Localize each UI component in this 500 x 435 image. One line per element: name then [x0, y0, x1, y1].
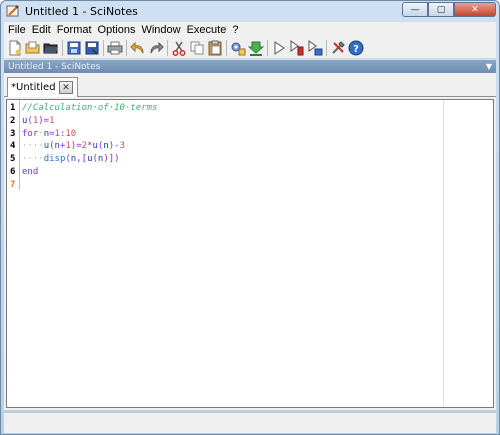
line-number-gutter: 1 2 3 4 5 6 7 [7, 100, 20, 190]
execute-file-icon[interactable] [289, 39, 305, 56]
minimize-button[interactable]: — [402, 2, 428, 17]
line-number: 3 [10, 128, 16, 139]
code-token: ···· [22, 154, 44, 165]
code-line[interactable]: end [22, 167, 38, 177]
line-number: 1 [10, 103, 16, 113]
settings-icon[interactable] [230, 40, 246, 56]
toolbar-separator [167, 39, 168, 56]
save-icon[interactable] [66, 40, 82, 56]
code-token: )= [70, 141, 82, 152]
menu-help[interactable]: ? [232, 24, 238, 36]
scinotes-app-icon [6, 4, 20, 18]
code-token: 3 [119, 141, 126, 152]
line-number: 4 [10, 141, 16, 152]
panel-header: Untitled 1 - SciNotes ▼ [4, 60, 496, 73]
toolbar-separator [62, 39, 63, 56]
paste-icon[interactable] [207, 40, 223, 56]
code-token: end [22, 167, 39, 177]
execute-selection-icon[interactable] [307, 39, 323, 56]
tab-close-icon[interactable]: ✕ [59, 81, 73, 94]
load-execute-icon[interactable] [248, 40, 264, 56]
toolbar-separator [103, 39, 104, 56]
copy-icon[interactable] [189, 40, 205, 56]
title-bar[interactable]: Untitled 1 - SciNotes — ▢ ✕ [1, 1, 499, 21]
cut-icon[interactable] [171, 40, 187, 56]
code-token: disp [43, 154, 66, 165]
code-token: ,[ [76, 154, 88, 165]
line-number: 6 [10, 167, 16, 177]
toolbar-separator [326, 39, 327, 56]
code-line[interactable]: u(1)=1 [22, 116, 55, 126]
save-as-icon[interactable] [84, 40, 100, 56]
toolbar-separator [126, 39, 127, 56]
menu-window[interactable]: Window [141, 24, 180, 36]
menu-bar: File Edit Format Options Window Execute … [4, 22, 496, 37]
undo-icon[interactable] [130, 40, 146, 56]
maximize-button[interactable]: ▢ [428, 2, 454, 17]
open-folder-icon[interactable] [43, 40, 59, 56]
code-line[interactable]: ····disp(n,[u(n)]) [22, 154, 120, 164]
right-margin-line [443, 100, 444, 407]
execute-icon[interactable] [271, 40, 287, 56]
menu-format[interactable]: Format [57, 24, 92, 36]
menu-edit[interactable]: Edit [32, 24, 51, 36]
redo-icon[interactable] [148, 40, 164, 56]
close-button[interactable]: ✕ [454, 2, 496, 17]
window-title: Untitled 1 - SciNotes [25, 4, 138, 18]
editor-frame: 1 2 3 4 5 6 7 //Calculation·of·10·terms u(1)=1 f… [4, 97, 496, 410]
code-line[interactable]: //Calculation·of·10·terms [22, 103, 157, 113]
panel-collapse-icon[interactable]: ▼ [486, 62, 492, 71]
line-number: 7 [10, 179, 16, 190]
status-bar [4, 412, 496, 433]
window-controls: — ▢ ✕ [402, 2, 496, 17]
tab-strip: *Untitled 1 ✕ [4, 73, 496, 97]
menu-execute[interactable]: Execute [187, 24, 227, 36]
line-number: 2 [10, 115, 16, 126]
code-token: )- [108, 141, 120, 152]
tab-untitled-1[interactable]: *Untitled 1 ✕ [7, 77, 78, 97]
code-token: 1 [49, 115, 55, 126]
tools-icon[interactable] [330, 40, 346, 56]
code-token: ···· [22, 141, 44, 152]
help-icon[interactable]: ? [348, 40, 364, 56]
code-line[interactable]: for·n=1:10 [22, 129, 76, 139]
toolbar-separator [226, 39, 227, 56]
code-token: //Calculation·of·10·terms [22, 103, 158, 113]
svg-text:?: ? [353, 44, 359, 55]
code-token: )]) [103, 154, 120, 165]
code-line[interactable]: ····u(n+1)=2*u(n)-3 [22, 141, 125, 151]
code-editor[interactable]: 1 2 3 4 5 6 7 //Calculation·of·10·terms u(1)=1 f… [6, 99, 494, 408]
menu-options[interactable]: Options [98, 24, 136, 36]
code-token: for [22, 128, 39, 139]
tab-label: *Untitled 1 [11, 82, 66, 93]
print-icon[interactable] [107, 40, 123, 56]
open-file-icon[interactable] [25, 40, 41, 56]
new-file-icon[interactable] [7, 40, 23, 56]
menu-file[interactable]: File [8, 24, 26, 36]
code-token: )= [38, 115, 50, 126]
code-token: 10 [65, 128, 77, 139]
scinotes-window: Untitled 1 - SciNotes — ▢ ✕ File Edit Fo… [0, 0, 500, 435]
toolbar-separator [267, 39, 268, 56]
line-number: 5 [10, 154, 16, 165]
panel-title: Untitled 1 - SciNotes [8, 61, 101, 72]
toolbar: ? [4, 37, 496, 59]
